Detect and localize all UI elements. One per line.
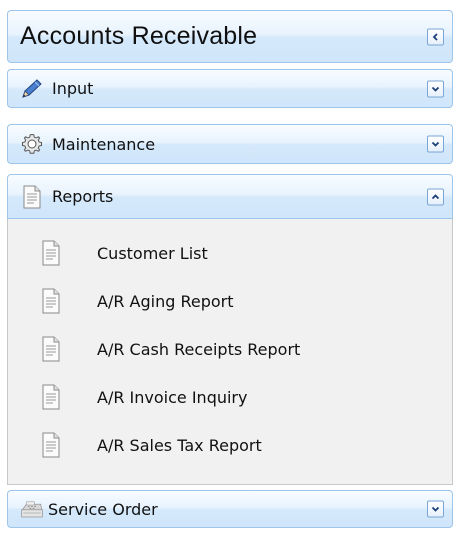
pencil-icon [20,77,44,101]
chevron-up-icon [431,193,440,199]
section-maintenance-header[interactable]: Maintenance [7,124,453,164]
panel-title: Accounts Receivable [20,22,258,50]
document-icon [42,288,60,314]
report-item-ar-cash-receipts[interactable]: A/R Cash Receipts Report [8,334,452,364]
chevron-down-icon [431,141,440,147]
reports-list: Customer List A/R Aging Report A/R Cash … [7,219,453,485]
section-input-label: Input [52,79,94,98]
report-item-ar-invoice-inquiry[interactable]: A/R Invoice Inquiry [8,382,452,412]
collapse-reports-button[interactable] [427,188,444,205]
cash-register-icon [20,497,44,521]
report-item-label: A/R Cash Receipts Report [97,339,301,359]
report-item-ar-aging[interactable]: A/R Aging Report [8,286,452,316]
document-icon [42,432,60,458]
report-item-label: A/R Invoice Inquiry [97,387,248,407]
report-item-label: A/R Sales Tax Report [97,435,262,455]
report-item-label: Customer List [97,243,208,263]
section-reports-label: Reports [52,187,114,206]
document-icon [20,185,44,209]
chevron-left-icon [432,32,438,41]
navigation-panel: Accounts Receivable Input Maintenance Re… [0,0,461,534]
expand-maintenance-button[interactable] [427,135,444,153]
expand-input-button[interactable] [427,80,444,97]
chevron-down-icon [431,86,440,92]
chevron-down-icon [431,506,440,512]
collapse-panel-button[interactable] [427,28,444,45]
section-input-header[interactable]: Input [7,69,453,108]
section-service-order-label: Service Order [48,499,158,519]
document-icon [42,384,60,410]
report-item-customer-list[interactable]: Customer List [8,238,452,268]
section-reports-header[interactable]: Reports [7,174,453,219]
section-service-order-header[interactable]: Service Order [7,490,453,528]
panel-header: Accounts Receivable [7,10,453,63]
section-maintenance-label: Maintenance [52,134,156,154]
report-item-ar-sales-tax[interactable]: A/R Sales Tax Report [8,430,452,460]
document-icon [42,336,60,362]
report-item-label: A/R Aging Report [97,291,234,311]
expand-service-order-button[interactable] [427,500,444,518]
gear-icon [20,132,44,156]
document-icon [42,240,60,266]
